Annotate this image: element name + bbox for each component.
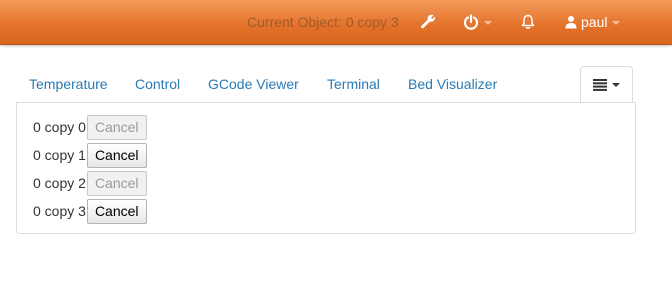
settings-button[interactable] xyxy=(420,0,436,44)
object-label: 0 copy 3 xyxy=(33,203,86,219)
tab-control[interactable]: Control xyxy=(135,66,180,103)
list-item: 0 copy 0 Cancel xyxy=(33,114,147,140)
chevron-down-icon xyxy=(612,82,620,87)
object-label: 0 copy 1 xyxy=(33,147,86,163)
tab-temperature[interactable]: Temperature xyxy=(29,66,108,103)
bell-icon xyxy=(521,14,535,29)
user-name: paul xyxy=(581,14,608,30)
cancel-button[interactable]: Cancel xyxy=(86,198,147,224)
tab-overflow-menu[interactable] xyxy=(580,66,633,103)
tab-gcode-viewer[interactable]: GCode Viewer xyxy=(208,66,299,103)
cancel-objects-panel: 0 copy 0 Cancel 0 copy 1 Cancel 0 copy 2… xyxy=(16,102,636,234)
list-item: 0 copy 2 Cancel xyxy=(33,170,147,196)
user-icon xyxy=(565,16,577,29)
tab-bed-visualizer[interactable]: Bed Visualizer xyxy=(408,66,497,103)
cancel-button[interactable]: Cancel xyxy=(86,170,147,196)
tab-bar: Temperature Control GCode Viewer Termina… xyxy=(16,66,636,103)
object-label: 0 copy 0 xyxy=(33,119,86,135)
power-icon xyxy=(463,14,479,30)
list-item: 0 copy 1 Cancel xyxy=(33,142,147,168)
current-object-label: Current Object: 0 copy 3 xyxy=(247,14,399,30)
top-navbar: Current Object: 0 copy 3 paul xyxy=(0,0,672,45)
tab-terminal[interactable]: Terminal xyxy=(327,66,380,103)
power-menu-button[interactable] xyxy=(463,0,492,44)
chevron-down-icon xyxy=(484,20,492,25)
object-label: 0 copy 2 xyxy=(33,175,86,191)
wrench-icon xyxy=(421,14,435,29)
user-menu-button[interactable]: paul xyxy=(565,0,621,44)
cancel-button[interactable]: Cancel xyxy=(86,142,147,168)
chevron-down-icon xyxy=(612,20,621,25)
notifications-button[interactable] xyxy=(520,0,536,44)
cancel-button[interactable]: Cancel xyxy=(86,114,147,140)
list-icon xyxy=(593,78,607,91)
list-item: 0 copy 3 Cancel xyxy=(33,198,147,224)
